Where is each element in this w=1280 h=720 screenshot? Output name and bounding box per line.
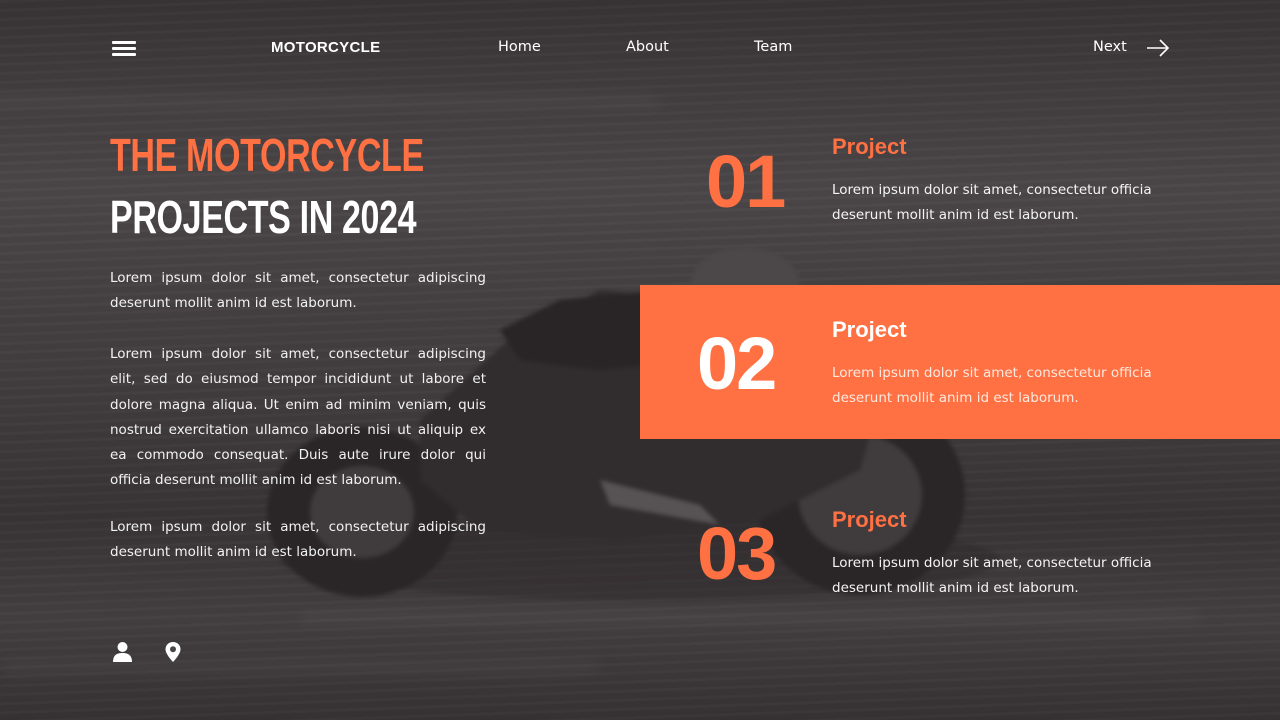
project-title: Project — [832, 507, 907, 532]
nav-link-home[interactable]: Home — [498, 39, 541, 55]
closing-paragraph: Lorem ipsum dolor sit amet, consectetur … — [110, 519, 486, 561]
heading-line-2: PROJECTS IN 2024 — [110, 191, 417, 243]
body-paragraph: Lorem ipsum dolor sit amet, consectetur … — [110, 346, 486, 489]
intro-paragraph: Lorem ipsum dolor sit amet, consectetur … — [110, 270, 486, 312]
brand-logo-text[interactable]: MOTORCYCLE — [271, 39, 380, 56]
project-description: Lorem ipsum dolor sit amet, consectetur … — [832, 365, 1152, 406]
project-title: Project — [832, 134, 907, 159]
project-number: 03 — [697, 512, 777, 595]
user-icon[interactable] — [112, 641, 133, 662]
project-title: Project — [832, 317, 907, 342]
nav-link-about[interactable]: About — [626, 39, 669, 55]
next-button[interactable]: Next — [1093, 39, 1127, 55]
top-navigation: MOTORCYCLE Home About Team Next — [0, 0, 1280, 96]
project-number: 01 — [706, 140, 786, 223]
project-number: 02 — [697, 322, 777, 405]
arrow-right-icon[interactable] — [1146, 38, 1170, 58]
nav-link-team[interactable]: Team — [754, 39, 792, 55]
project-description: Lorem ipsum dolor sit amet, consectetur … — [832, 555, 1152, 596]
location-pin-icon[interactable] — [164, 641, 182, 663]
hamburger-icon[interactable] — [112, 41, 136, 57]
project-description: Lorem ipsum dolor sit amet, consectetur … — [832, 182, 1152, 223]
heading-line-1: THE MOTORCYCLE — [110, 129, 424, 181]
